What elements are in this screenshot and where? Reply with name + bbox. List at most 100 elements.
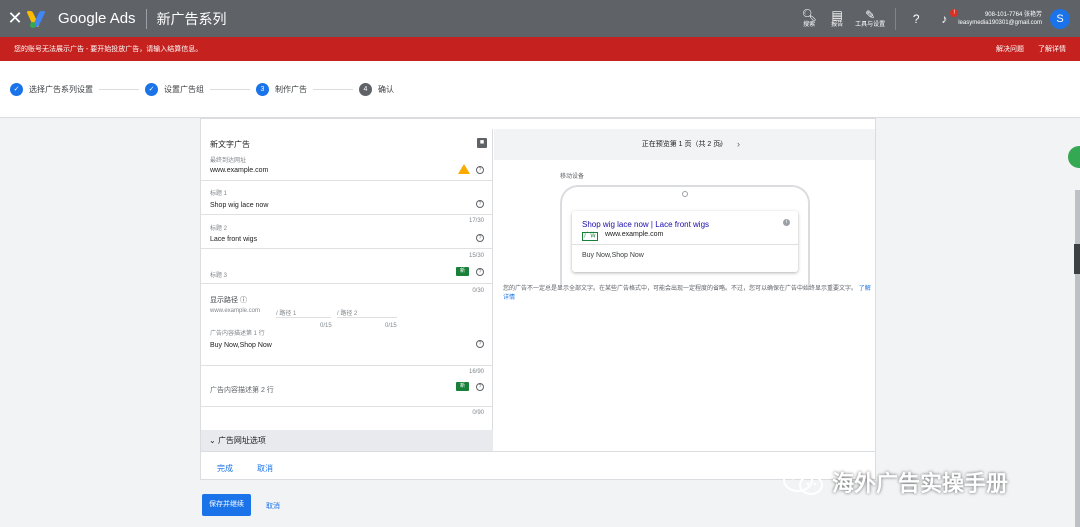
camera-icon [682, 191, 688, 197]
help-icon: ? [912, 11, 920, 26]
warning-icon [458, 164, 470, 174]
check-icon: ✓ [10, 82, 23, 96]
headline1-counter: 17/30 [468, 218, 484, 224]
step-number: 4 [359, 82, 372, 96]
fix-problem-link[interactable]: 解决问题 [996, 44, 1024, 54]
brand-name: Google Ads [58, 10, 136, 27]
help-icon[interactable]: ? [476, 268, 484, 276]
footer-cancel-button[interactable]: 取消 [266, 501, 280, 511]
preview-note-text: 您的广告不一定总是显示全部文字。在某些广告格式中，可能会出现一定程度的省略。不过… [503, 286, 858, 292]
final-url-input[interactable]: www.example.com [210, 167, 268, 174]
flag-icon[interactable]: ■ [477, 138, 487, 148]
done-button[interactable]: 完成 [217, 463, 233, 474]
step-label: 选择广告系列设置 [29, 84, 93, 94]
tools-settings-label: 工具与设置 [855, 22, 886, 28]
account-info[interactable]: 908-101-7764 张艳芳 leasymedia190301@gmail.… [958, 11, 1042, 27]
help-icon[interactable]: ? [476, 200, 484, 208]
step-label: 设置广告组 [164, 84, 204, 94]
help-icon[interactable]: ⓘ [240, 297, 247, 304]
headline3-counter: 0/30 [472, 288, 484, 294]
tools-settings-button[interactable]: ✎ 工具与设置 [853, 8, 887, 29]
desc1-counter: 16/90 [468, 369, 484, 375]
side-widget[interactable] [1068, 146, 1080, 168]
section-title: 新文字广告 [210, 140, 250, 149]
divider [201, 406, 493, 407]
save-continue-button[interactable]: 保存并继续 [202, 494, 251, 516]
chevron-right-icon[interactable]: › [737, 129, 740, 160]
alert-message: 您的账号无法展示广告 - 要开始投放广告，请输入结算信息。 [14, 46, 203, 53]
notification-badge: ! [950, 8, 959, 17]
step-ad-group[interactable]: ✓ 设置广告组 [145, 82, 204, 96]
desc1-label: 广告内容描述第 1 行 [210, 331, 265, 337]
new-badge: 新 [456, 267, 469, 276]
path1-input[interactable]: / 路径 1 [276, 308, 296, 317]
desc1-input[interactable]: Buy Now,Shop Now [210, 342, 272, 349]
divider [201, 214, 493, 215]
headline2-counter: 15/30 [468, 253, 484, 259]
device-label: 移动设备 [560, 174, 585, 180]
watermark: 海外广告实操手册 [782, 466, 1008, 498]
step-connector [210, 88, 250, 90]
desc2-counter: 0/90 [472, 410, 484, 416]
scrollbar[interactable] [1075, 190, 1080, 527]
ad-url: www.example.com [605, 231, 664, 238]
header-divider [145, 8, 147, 29]
new-badge: 新 [456, 382, 469, 391]
close-icon[interactable]: ✕ [0, 0, 30, 37]
help-button[interactable]: ? [904, 12, 928, 26]
watermark-text: 海外广告实操手册 [832, 471, 1009, 496]
url-options-label: 广告网址选项 [217, 436, 266, 445]
wrench-icon: ✎ [865, 8, 876, 22]
campaign-stepper: ✓ 选择广告系列设置 ✓ 设置广告组 3 制作广告 4 确认 [0, 61, 1080, 118]
preview-pager-text: 正在预览第 1 页（共 2 页） [641, 141, 728, 148]
top-app-bar: ✕ Google Ads 新广告系列 🔍︎ 搜索 ▤ 报告 ✎ 工具与设置 ? … [0, 0, 1080, 37]
notifications-button[interactable]: ♪ ! [932, 8, 959, 26]
learn-more-link[interactable]: 了解详情 [1038, 44, 1066, 54]
google-ads-logo [26, 10, 50, 28]
step-confirm[interactable]: 4 确认 [359, 82, 394, 96]
account-email: leasymedia190301@gmail.com [958, 19, 1042, 26]
search-tool-label: 搜索 [803, 22, 816, 28]
url-options-expander[interactable]: ⌄ 广告网址选项 [201, 430, 493, 452]
preview-note: 您的广告不一定总是显示全部文字。在某些广告格式中，可能会出现一定程度的省略。不过… [503, 285, 873, 303]
search-tool-button[interactable]: 🔍︎ 搜索 [797, 8, 821, 29]
help-icon[interactable]: ? [476, 383, 484, 391]
path2-input[interactable]: / 路径 2 [337, 308, 357, 317]
step-campaign-settings[interactable]: ✓ 选择广告系列设置 [10, 82, 93, 96]
display-path-label-text: 显示路径 [210, 297, 238, 304]
header-tools: 🔍︎ 搜索 ▤ 报告 ✎ 工具与设置 ? ♪ ! 908-101-7764 张艳… [795, 0, 1080, 37]
divider [201, 180, 493, 181]
tools-divider [895, 7, 897, 30]
headline3-label: 标题 3 [210, 273, 228, 279]
path1-underline [276, 317, 331, 318]
page-title: 新广告系列 [156, 10, 227, 27]
ad-badge: 广告 [582, 232, 599, 241]
chevron-left-icon[interactable]: ‹ [719, 129, 722, 160]
divider [201, 248, 493, 249]
step-label: 制作广告 [275, 84, 307, 94]
step-connector [99, 88, 139, 90]
help-icon[interactable]: ? [476, 234, 484, 242]
report-tool-button[interactable]: ▤ 报告 [825, 8, 849, 29]
account-phone: 908-101-7764 张艳芳 [984, 11, 1042, 18]
billing-alert-banner: 您的账号无法展示广告 - 要开始投放广告，请输入结算信息。 解决问题 了解详情 [0, 37, 1080, 61]
final-url-label: 最终到达网址 [210, 158, 247, 164]
headline1-input[interactable]: Shop wig lace now [210, 202, 268, 209]
form-actions: 完成 取消 [201, 451, 875, 479]
headline2-input[interactable]: Lace front wigs [210, 236, 257, 243]
cancel-button[interactable]: 取消 [257, 463, 273, 474]
divider [201, 283, 493, 284]
preview-pager: 正在预览第 1 页（共 2 页） ‹ › [494, 129, 875, 160]
help-icon[interactable]: ? [476, 340, 484, 348]
side-handle[interactable] [1074, 244, 1080, 274]
text-ad-form: 新文字广告 ■ 最终到达网址 www.example.com ? 标题 1 Sh… [201, 129, 493, 452]
step-create-ad[interactable]: 3 制作广告 [256, 82, 307, 96]
step-connector [313, 88, 353, 90]
chevron-down-icon: ⌄ [209, 436, 216, 445]
help-icon[interactable]: ? [476, 166, 484, 174]
info-icon[interactable]: i [783, 219, 790, 226]
avatar[interactable]: S [1050, 8, 1070, 29]
desc2-label: 广告内容描述第 2 行 [210, 387, 274, 394]
ad-title: Shop wig lace now | Lace front wigs [582, 220, 710, 229]
search-icon: 🔍︎ [801, 8, 817, 22]
